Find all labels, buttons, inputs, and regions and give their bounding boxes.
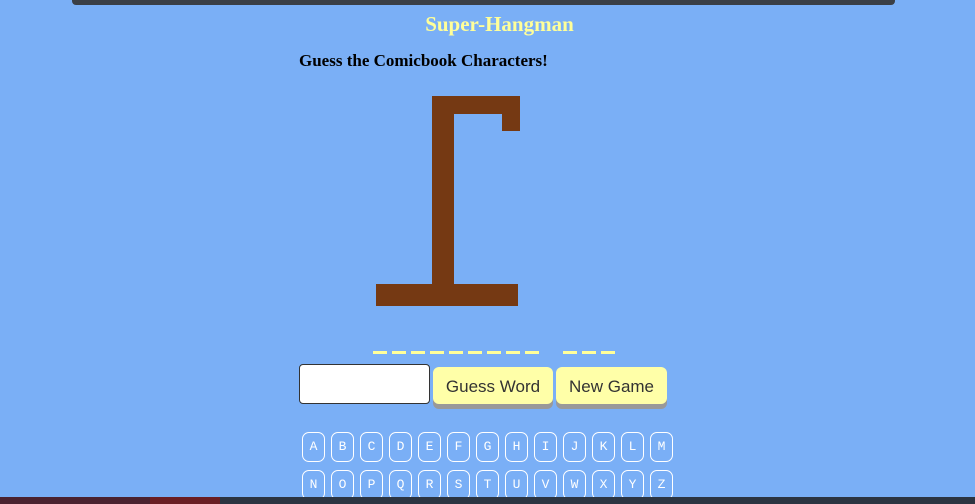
letter-button-e[interactable]: E	[418, 432, 441, 462]
letter-button-a[interactable]: A	[302, 432, 325, 462]
word-gap	[544, 340, 558, 354]
letter-row-1: ABCDEFGHIJKLM	[302, 432, 673, 462]
letter-button-z[interactable]: Z	[650, 470, 673, 500]
guess-input[interactable]	[299, 364, 430, 404]
letter-button-u[interactable]: U	[505, 470, 528, 500]
letter-button-i[interactable]: I	[534, 432, 557, 462]
letter-blank	[449, 340, 463, 354]
letter-blank	[582, 340, 596, 354]
letter-button-l[interactable]: L	[621, 432, 644, 462]
letter-button-g[interactable]: G	[476, 432, 499, 462]
letter-blank	[563, 340, 577, 354]
letter-button-f[interactable]: F	[447, 432, 470, 462]
letter-blank	[487, 340, 501, 354]
browser-bottom-bar	[0, 497, 975, 504]
letter-button-y[interactable]: Y	[621, 470, 644, 500]
gallows-drawing	[376, 96, 520, 306]
letter-blank	[430, 340, 444, 354]
letter-button-w[interactable]: W	[563, 470, 586, 500]
letter-button-d[interactable]: D	[389, 432, 412, 462]
guess-word-button[interactable]: Guess Word	[433, 367, 553, 404]
letter-blank	[468, 340, 482, 354]
letter-button-r[interactable]: R	[418, 470, 441, 500]
gallows-post	[432, 96, 454, 286]
letter-button-x[interactable]: X	[592, 470, 615, 500]
letter-button-t[interactable]: T	[476, 470, 499, 500]
word-blanks	[373, 340, 615, 354]
letter-button-v[interactable]: V	[534, 470, 557, 500]
letter-button-j[interactable]: J	[563, 432, 586, 462]
letter-blank	[411, 340, 425, 354]
letter-blank	[373, 340, 387, 354]
letter-button-h[interactable]: H	[505, 432, 528, 462]
gallows-base	[376, 284, 518, 306]
letter-blank	[392, 340, 406, 354]
letter-button-p[interactable]: P	[360, 470, 383, 500]
letter-button-o[interactable]: O	[331, 470, 354, 500]
letter-blank	[506, 340, 520, 354]
letter-button-c[interactable]: C	[360, 432, 383, 462]
letter-blank	[525, 340, 539, 354]
letter-button-b[interactable]: B	[331, 432, 354, 462]
letter-button-n[interactable]: N	[302, 470, 325, 500]
gallows-rope-stub	[502, 96, 520, 131]
letter-row-2: NOPQRSTUVWXYZ	[302, 470, 673, 500]
new-game-button[interactable]: New Game	[556, 367, 667, 404]
letter-button-q[interactable]: Q	[389, 470, 412, 500]
letter-button-k[interactable]: K	[592, 432, 615, 462]
letter-button-m[interactable]: M	[650, 432, 673, 462]
letter-blank	[601, 340, 615, 354]
letter-button-s[interactable]: S	[447, 470, 470, 500]
